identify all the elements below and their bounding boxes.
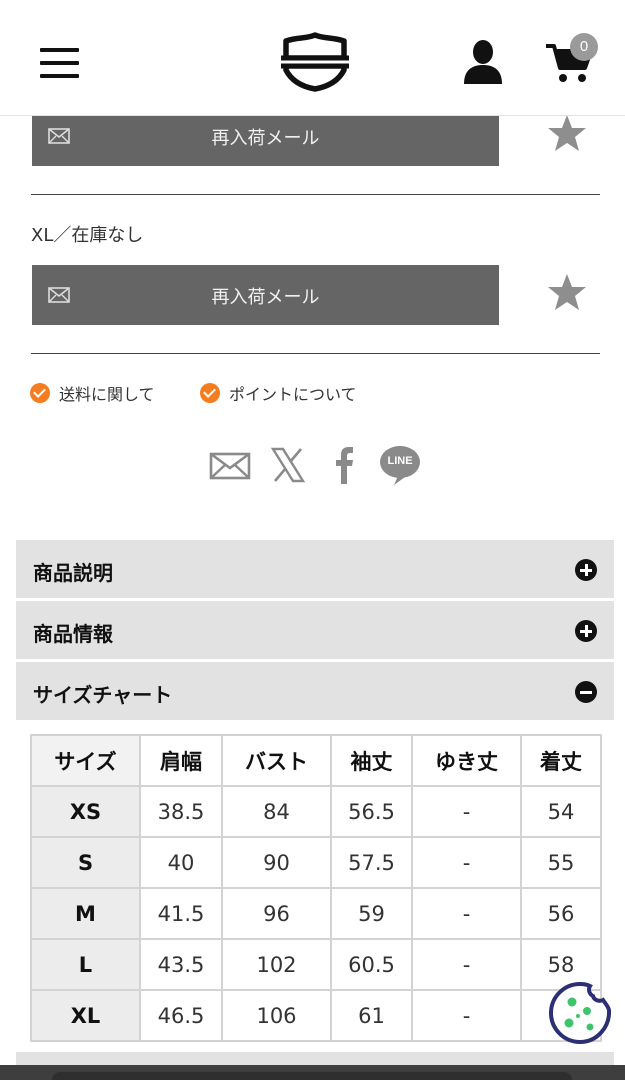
- mail-share-icon[interactable]: [209, 444, 251, 486]
- line-icon-text: LINE: [387, 455, 413, 467]
- table-cell: 54: [520, 785, 602, 838]
- accordion-title: 商品説明: [33, 561, 113, 585]
- table-cell: 38.5: [139, 785, 223, 838]
- table-cell: -: [411, 989, 522, 1042]
- size-cell: XS: [30, 785, 141, 838]
- favorite-star-icon[interactable]: [547, 273, 587, 311]
- minus-icon: [575, 681, 597, 703]
- line-share-icon[interactable]: LINE: [378, 444, 422, 486]
- table-cell: 102: [221, 938, 332, 991]
- divider: [31, 353, 600, 354]
- site-header: 0: [0, 0, 625, 116]
- cookie-settings-icon[interactable]: [547, 980, 613, 1046]
- table-row: XS 38.5 84 56.5 - 54: [30, 785, 602, 838]
- table-cell: -: [411, 887, 522, 940]
- accordion-product-description[interactable]: 商品説明: [16, 540, 614, 598]
- brand-logo[interactable]: [278, 32, 352, 92]
- table-cell: -: [411, 938, 522, 991]
- table-header-row: サイズ 肩幅 バスト 袖丈 ゆき丈 着丈: [30, 734, 602, 787]
- accordion-title: 商品情報: [33, 622, 113, 646]
- table-cell: 57.5: [330, 836, 413, 889]
- table-row: M 41.5 96 59 - 56: [30, 887, 602, 940]
- divider: [31, 194, 600, 195]
- table-cell: 56: [520, 887, 602, 940]
- points-info-link[interactable]: ポイントについて: [200, 382, 357, 404]
- accordion-title: サイズチャート: [33, 683, 173, 707]
- check-icon: [30, 383, 50, 403]
- restock-email-label: 再入荷メール: [211, 128, 320, 149]
- table-cell: 56.5: [330, 785, 413, 838]
- size-cell: L: [30, 938, 141, 991]
- size-stock-status: XL／在庫なし: [31, 225, 144, 246]
- table-cell: 55: [520, 836, 602, 889]
- account-icon[interactable]: [462, 40, 504, 84]
- column-header: 袖丈: [330, 734, 413, 787]
- table-cell: 61: [330, 989, 413, 1042]
- column-header: バスト: [221, 734, 332, 787]
- table-cell: -: [411, 785, 522, 838]
- shipping-info-label: 送料に関して: [59, 385, 155, 404]
- size-cell: XL: [30, 989, 141, 1042]
- accordion-product-info[interactable]: 商品情報: [16, 601, 614, 659]
- table-row: S 40 90 57.5 - 55: [30, 836, 602, 889]
- table-cell: -: [411, 836, 522, 889]
- size-cell: M: [30, 887, 141, 940]
- bottom-bar-handle: [52, 1072, 572, 1080]
- table-row: L 43.5 102 60.5 - 58: [30, 938, 602, 991]
- accordion-size-chart[interactable]: サイズチャート: [16, 662, 614, 720]
- restock-email-label: 再入荷メール: [211, 287, 320, 308]
- cart-count-badge: 0: [570, 33, 598, 61]
- table-cell: 40: [139, 836, 223, 889]
- shipping-info-link[interactable]: 送料に関して: [30, 382, 155, 404]
- column-header: 着丈: [520, 734, 602, 787]
- column-header: ゆき丈: [411, 734, 522, 787]
- restock-email-button[interactable]: 再入荷メール: [32, 265, 499, 325]
- table-cell: 43.5: [139, 938, 223, 991]
- table-cell: 84: [221, 785, 332, 838]
- size-cell: S: [30, 836, 141, 889]
- table-cell: 41.5: [139, 887, 223, 940]
- plus-icon: [575, 559, 597, 581]
- column-header: 肩幅: [139, 734, 223, 787]
- facebook-share-icon[interactable]: [332, 444, 356, 486]
- points-info-label: ポイントについて: [229, 385, 357, 404]
- x-share-icon[interactable]: [270, 444, 306, 486]
- table-cell: 96: [221, 887, 332, 940]
- table-row: XL 46.5 106 61 -: [30, 989, 602, 1042]
- table-cell: 46.5: [139, 989, 223, 1042]
- table-cell: 90: [221, 836, 332, 889]
- table-cell: 60.5: [330, 938, 413, 991]
- favorite-star-icon[interactable]: [547, 114, 587, 152]
- menu-icon[interactable]: [40, 47, 80, 79]
- table-cell: 59: [330, 887, 413, 940]
- plus-icon: [575, 620, 597, 642]
- size-chart-table: サイズ 肩幅 バスト 袖丈 ゆき丈 着丈 XS 38.5 84 56.5 - 5…: [30, 734, 602, 1042]
- accordion-partial: [16, 1052, 614, 1066]
- column-header: サイズ: [30, 734, 141, 787]
- table-cell: 106: [221, 989, 332, 1042]
- check-icon: [200, 383, 220, 403]
